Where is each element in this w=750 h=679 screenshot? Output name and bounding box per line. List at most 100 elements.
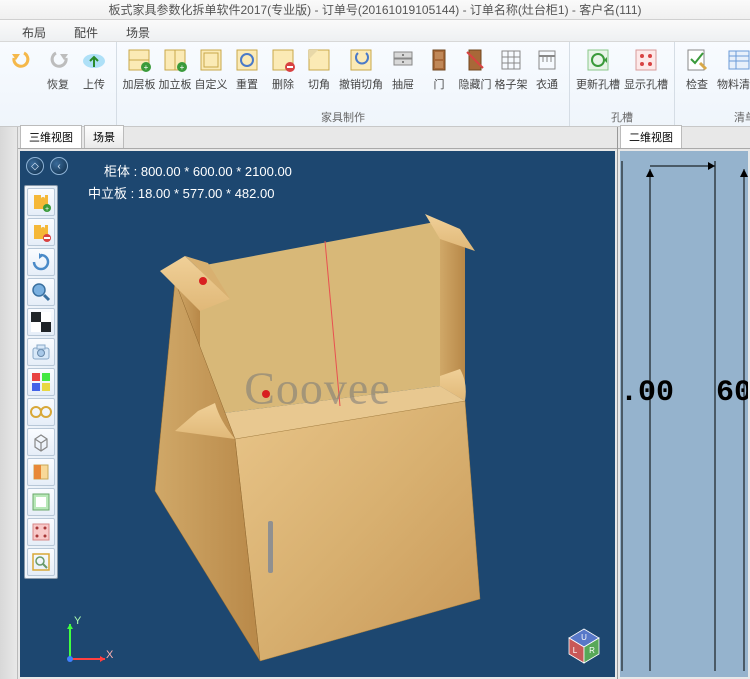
redo-button[interactable]: 恢复 bbox=[40, 44, 76, 124]
camera-icon bbox=[31, 342, 51, 362]
check-button[interactable]: 检查 bbox=[679, 44, 715, 108]
undo-cut-button[interactable]: 撤销切角 bbox=[337, 44, 385, 108]
cabinet-3d-render bbox=[20, 151, 615, 677]
zoom-fit-icon bbox=[31, 552, 51, 572]
tool-removepart-button[interactable] bbox=[27, 218, 55, 246]
delete-button[interactable]: 删除 bbox=[265, 44, 301, 108]
rod-button[interactable]: 衣通 bbox=[529, 44, 565, 108]
check-icon bbox=[683, 46, 711, 74]
title-bar: 板式家具参数化拆单软件2017(专业版) - 订单号(2016101910514… bbox=[0, 0, 750, 20]
axis-y-label: Y bbox=[74, 615, 81, 627]
tool-material-button[interactable] bbox=[27, 308, 55, 336]
color-grid-icon bbox=[31, 372, 51, 392]
vertical-toolbar: + bbox=[24, 185, 58, 579]
show-hole-icon bbox=[632, 46, 660, 74]
tab-scene[interactable]: 场景 bbox=[84, 125, 124, 148]
dim-value-1: 0.00 bbox=[620, 376, 674, 410]
upload-button[interactable]: 上传 bbox=[76, 44, 112, 124]
magnifier-icon bbox=[31, 282, 51, 302]
view-cube[interactable]: U L R bbox=[563, 625, 605, 667]
tool-camera-button[interactable] bbox=[27, 338, 55, 366]
bom-icon bbox=[725, 46, 750, 74]
cube-wire-icon bbox=[31, 432, 51, 452]
undo-icon bbox=[8, 46, 36, 74]
door-icon bbox=[425, 46, 453, 74]
tool-rotate-button[interactable] bbox=[27, 248, 55, 276]
reset-icon bbox=[233, 46, 261, 74]
ribbon-group-hole-label: 孔槽 bbox=[574, 108, 670, 126]
axis-x-label: X bbox=[106, 649, 113, 661]
add-shelf-button[interactable]: + 加层板 bbox=[121, 44, 157, 108]
tool-panel-b-button[interactable] bbox=[27, 518, 55, 546]
dim-value-2: 60 bbox=[716, 376, 748, 410]
add-shelf-icon: + bbox=[125, 46, 153, 74]
add-vpanel-icon: + bbox=[161, 46, 189, 74]
checker-icon bbox=[31, 312, 51, 332]
tool-section-button[interactable] bbox=[27, 458, 55, 486]
grid-shelf-button[interactable]: 格子架 bbox=[493, 44, 529, 108]
tool-zoom-button[interactable] bbox=[27, 278, 55, 306]
puzzle-minus-icon bbox=[31, 222, 51, 242]
rod-icon bbox=[533, 46, 561, 74]
panel-2d: 二维视图 0.00 60 bbox=[618, 127, 750, 679]
svg-text:+: + bbox=[180, 63, 185, 72]
left-gutter bbox=[0, 127, 18, 679]
section-icon bbox=[31, 462, 51, 482]
ribbon-group-furniture: + 加层板 + 加立板 自定义 重置 删除 切角 bbox=[117, 42, 570, 126]
tabstrip-3d: 三维视图 场景 bbox=[18, 127, 617, 149]
undo-button[interactable] bbox=[4, 44, 40, 124]
tool-zoomfit-button[interactable] bbox=[27, 548, 55, 576]
cut-corner-button[interactable]: 切角 bbox=[301, 44, 337, 108]
menu-scene[interactable]: 场景 bbox=[112, 20, 164, 41]
update-hole-button[interactable]: 更新孔槽 bbox=[574, 44, 622, 108]
cloud-upload-icon bbox=[80, 46, 108, 74]
panel-3d: 三维视图 场景 ◇ ‹ 柜体 : 800.00 * 600.00 * 2100.… bbox=[18, 127, 618, 679]
ribbon-group-furn-label: 家具制作 bbox=[121, 108, 565, 126]
menu-bar: 布局 配件 场景 bbox=[0, 20, 750, 42]
svg-text:R: R bbox=[589, 646, 595, 655]
ribbon-group-list: 检查 物料清单 DXF 拆单DXF 清单 bbox=[675, 42, 750, 126]
viewport-3d[interactable]: ◇ ‹ 柜体 : 800.00 * 600.00 * 2100.00 中立板 :… bbox=[20, 151, 615, 677]
custom-icon bbox=[197, 46, 225, 74]
app-title: 板式家具参数化拆单软件2017(专业版) - 订单号(2016101910514… bbox=[108, 3, 641, 17]
panel-b-icon bbox=[31, 522, 51, 542]
tool-panel-a-button[interactable] bbox=[27, 488, 55, 516]
ribbon-group-history: 恢复 上传 bbox=[0, 42, 117, 126]
tab-2dview[interactable]: 二维视图 bbox=[620, 125, 682, 148]
dim-lines bbox=[620, 151, 748, 677]
undo-cut-icon bbox=[347, 46, 375, 74]
hidden-door-button[interactable]: 隐藏门 bbox=[457, 44, 493, 108]
tool-addpart-button[interactable]: + bbox=[27, 188, 55, 216]
bom-button[interactable]: 物料清单 bbox=[715, 44, 750, 108]
tool-measure-button[interactable] bbox=[27, 398, 55, 426]
tabstrip-2d: 二维视图 bbox=[618, 127, 750, 149]
refresh-hole-icon bbox=[584, 46, 612, 74]
tool-color-button[interactable] bbox=[27, 368, 55, 396]
cut-corner-icon bbox=[305, 46, 333, 74]
rotate-icon bbox=[31, 252, 51, 272]
workspace: 三维视图 场景 ◇ ‹ 柜体 : 800.00 * 600.00 * 2100.… bbox=[0, 127, 750, 679]
door-button[interactable]: 门 bbox=[421, 44, 457, 108]
tool-wireframe-button[interactable] bbox=[27, 428, 55, 456]
redo-icon bbox=[44, 46, 72, 74]
reset-button[interactable]: 重置 bbox=[229, 44, 265, 108]
grid-icon bbox=[497, 46, 525, 74]
custom-button[interactable]: 自定义 bbox=[193, 44, 229, 108]
add-vpanel-button[interactable]: + 加立板 bbox=[157, 44, 193, 108]
svg-text:+: + bbox=[45, 206, 49, 212]
drawer-button[interactable]: 抽屉 bbox=[385, 44, 421, 108]
glasses-icon bbox=[30, 405, 52, 419]
svg-text:+: + bbox=[144, 63, 149, 72]
puzzle-plus-icon: + bbox=[31, 192, 51, 212]
ribbon: 恢复 上传 + 加层板 + 加立板 自定义 bbox=[0, 42, 750, 127]
menu-layout[interactable]: 布局 bbox=[8, 20, 60, 41]
tab-3dview[interactable]: 三维视图 bbox=[20, 125, 82, 148]
menu-accessory[interactable]: 配件 bbox=[60, 20, 112, 41]
viewport-2d[interactable]: 0.00 60 bbox=[620, 151, 748, 677]
svg-text:U: U bbox=[581, 633, 587, 642]
ribbon-group-hole: 更新孔槽 显示孔槽 孔槽 bbox=[570, 42, 675, 126]
svg-text:L: L bbox=[573, 646, 578, 655]
axis-gizmo: X Y bbox=[60, 619, 110, 669]
ribbon-group-list-label: 清单 bbox=[679, 108, 750, 126]
show-hole-button[interactable]: 显示孔槽 bbox=[622, 44, 670, 108]
